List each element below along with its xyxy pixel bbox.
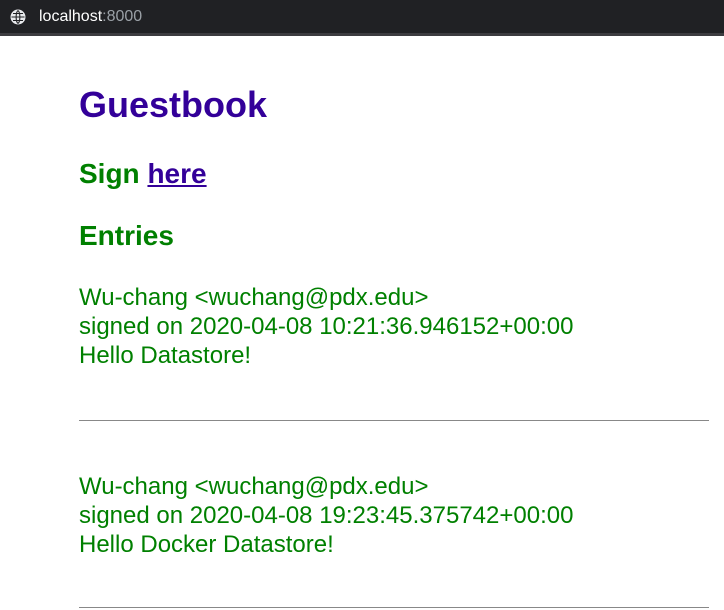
entry-message: Hello Docker Datastore! — [79, 531, 334, 558]
entry-divider — [79, 420, 709, 421]
url-field[interactable]: localhost:8000 — [39, 7, 142, 27]
browser-address-bar: localhost:8000 — [0, 0, 724, 36]
entry-signed-date: signed on 2020-04-08 19:23:45.375742+00:… — [79, 502, 574, 529]
entry-divider — [79, 607, 709, 608]
entries-heading: Entries — [79, 220, 174, 251]
entry-message: Hello Datastore! — [79, 342, 252, 369]
page-title: Guestbook — [79, 84, 268, 125]
sign-here-link[interactable]: here — [147, 158, 206, 189]
sign-prefix: Sign — [79, 158, 140, 189]
entry-signed-date: signed on 2020-04-08 10:21:36.946152+00:… — [79, 313, 574, 340]
url-port: :8000 — [102, 8, 143, 25]
entry-author: Wu-chang <wuchang@pdx.edu> — [79, 284, 429, 311]
sign-heading: Sign here — [79, 158, 207, 190]
guestbook-entry: Wu-chang <wuchang@pdx.edu> signed on 202… — [79, 472, 709, 559]
guestbook-entry: Wu-chang <wuchang@pdx.edu> signed on 202… — [79, 283, 709, 370]
entry-author: Wu-chang <wuchang@pdx.edu> — [79, 473, 429, 500]
globe-icon — [10, 9, 26, 25]
url-host: localhost — [39, 8, 103, 25]
